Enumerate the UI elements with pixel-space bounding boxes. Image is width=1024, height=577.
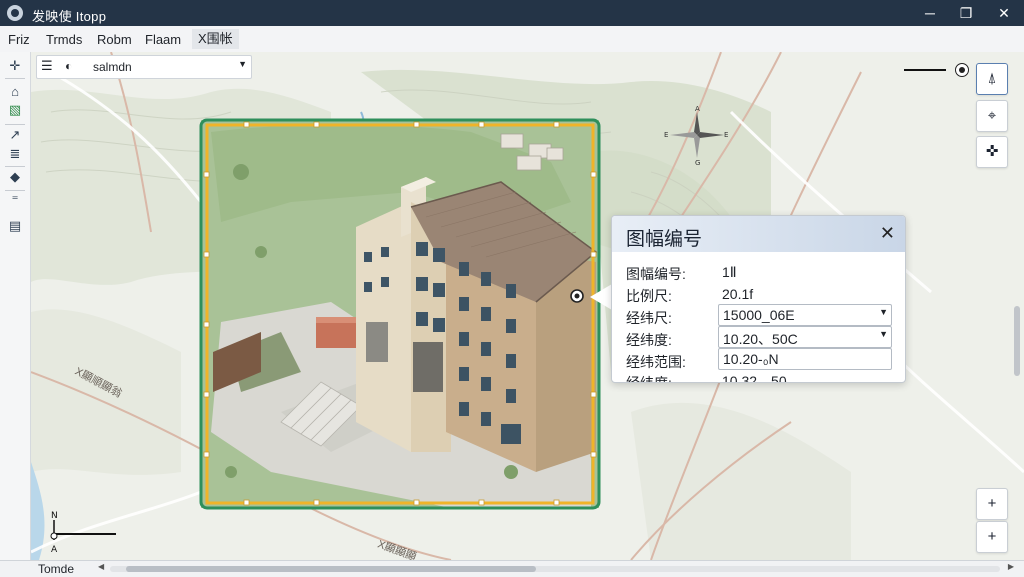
attr-select[interactable]: 15000_06E ▼	[718, 304, 892, 326]
app-logo-icon	[7, 5, 23, 21]
popup-pointer	[590, 284, 612, 310]
feature-popup: 图幅编号 ✕ 图幅编号: 1Ⅱ 比例尺: 20.1f 经纬尺: 15000_06…	[611, 215, 906, 383]
attr-input-value: 10.20-₀N	[723, 351, 779, 367]
menu-flaam[interactable]: Flaam	[145, 32, 181, 47]
attr-select-value: 10.20、50C	[723, 331, 798, 347]
globe-icon: ◐	[65, 59, 73, 73]
attr-input[interactable]: 10.20-₀N	[718, 348, 892, 370]
layers-icon[interactable]: ≣	[6, 145, 24, 163]
maximize-icon[interactable]: ❐	[957, 4, 975, 22]
status-bar: Tomde ◀ ▶	[0, 560, 1024, 577]
menu-tools[interactable]: Trmds	[46, 32, 82, 47]
minimize-icon[interactable]: ─	[921, 4, 939, 22]
attr-value: 1Ⅱ	[722, 264, 737, 280]
attr-label: 比例尺:	[626, 288, 672, 304]
search-input[interactable]: salmdn	[93, 60, 132, 74]
close-icon[interactable]: ✕	[880, 223, 895, 244]
menu-room[interactable]: Robm	[97, 32, 132, 47]
pan-arrow-icon[interactable]: ✛	[6, 57, 24, 75]
vertical-scrollbar[interactable]	[1013, 296, 1021, 560]
compass-n: A	[695, 105, 700, 113]
close-window-icon[interactable]: ✕	[995, 4, 1013, 22]
search-box[interactable]: ☰ ◐ salmdn ▼	[36, 55, 252, 79]
north-n: N	[51, 511, 58, 521]
attr-label: 图幅编号:	[626, 266, 686, 282]
attr-select[interactable]: 10.20、50C ▼	[718, 326, 892, 348]
menu-bar: Friz Trmds Robm Flaam X围帐	[0, 26, 1024, 53]
gps-icon: ✜	[985, 143, 999, 160]
scroll-thumb[interactable]	[1014, 306, 1020, 376]
attr-label: 经纬度:	[626, 332, 672, 348]
scale-line	[904, 69, 946, 71]
menu-x[interactable]: X围帐	[192, 29, 239, 49]
north-arrow-button[interactable]: ⍋	[976, 63, 1008, 95]
home-icon[interactable]: ⌂	[6, 83, 24, 101]
bookmark-icon[interactable]: ▧	[6, 101, 24, 119]
popup-header: 图幅编号 ✕	[612, 216, 905, 252]
attr-value: 10.32—50	[722, 373, 787, 383]
navigate-button[interactable]: ✜	[976, 136, 1008, 168]
compass-w: E	[664, 131, 668, 139]
title-bar: 发映使 Itopp ─ ❐ ✕	[0, 0, 1024, 26]
crosshair-icon: ⌖	[987, 107, 997, 124]
locate-diamond-icon[interactable]: ◆	[6, 168, 24, 186]
compass-s: G	[695, 159, 700, 166]
attr-label: 经纬度:	[626, 375, 672, 383]
horizontal-scrollbar[interactable]: ◀ ▶	[96, 562, 1016, 574]
attr-value: 20.1f	[722, 286, 754, 302]
zoom-in-button-2[interactable]: +	[976, 521, 1008, 553]
popup-title: 图幅编号	[626, 229, 703, 250]
compass-rose-icon: A G E E	[664, 105, 728, 166]
plus-icon: +	[987, 528, 997, 545]
measure-icon[interactable]: ⁼	[6, 191, 24, 209]
north-arrow-scale-icon: N A	[50, 511, 116, 554]
attr-label: 经纬范围:	[626, 354, 686, 370]
scroll-thumb[interactable]	[126, 566, 536, 572]
left-toolbar: ✛ ⌂ ▧ ↗ ≣ ◆ ⁼ ▤	[0, 52, 31, 576]
attr-select-value: 15000_06E	[723, 307, 795, 323]
window-title: 发映使 Itopp	[32, 9, 107, 24]
chevron-down-icon[interactable]: ▼	[879, 329, 888, 339]
attr-label: 经纬尺:	[626, 310, 672, 326]
chevron-down-icon[interactable]: ▼	[879, 307, 888, 317]
location-target-icon[interactable]	[955, 63, 969, 77]
zoom-in-button[interactable]: +	[976, 488, 1008, 520]
hamburger-icon[interactable]: ☰	[41, 58, 53, 74]
status-text: Tomde	[38, 562, 75, 576]
north-s: A	[51, 545, 58, 554]
locate-button[interactable]: ⌖	[976, 100, 1008, 132]
compass-e: E	[724, 131, 728, 139]
route-icon[interactable]: ↗	[6, 126, 24, 144]
document-icon[interactable]: ▤	[6, 217, 24, 235]
menu-file[interactable]: Friz	[8, 32, 30, 47]
scroll-left-icon[interactable]: ◀	[98, 562, 104, 571]
chevron-down-icon[interactable]: ▼	[238, 59, 247, 69]
north-arrow-icon: ⍋	[987, 70, 997, 87]
scroll-right-icon[interactable]: ▶	[1008, 562, 1014, 571]
plus-icon: +	[987, 495, 997, 512]
